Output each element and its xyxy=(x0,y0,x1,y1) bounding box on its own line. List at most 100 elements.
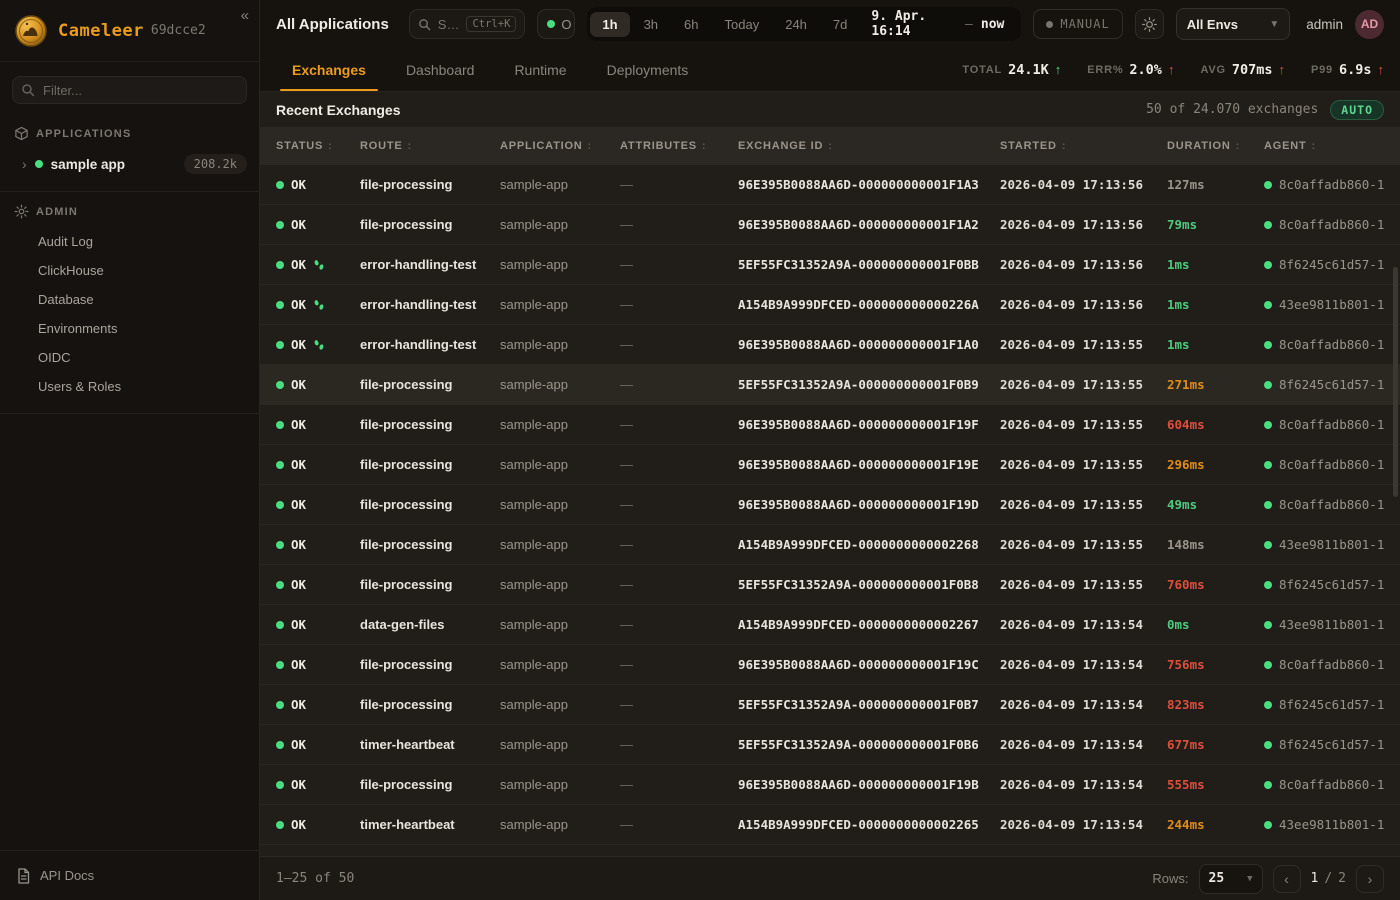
cell-exchange-id: 96E395B0088AA6D-000000000001F19F xyxy=(738,417,1000,432)
table-row[interactable]: OK file-processing sample-app — 5EF55FC3… xyxy=(260,365,1400,405)
table-row[interactable]: OK error-handling-test sample-app — 5EF5… xyxy=(260,245,1400,285)
manual-refresh-button[interactable]: MANUAL xyxy=(1033,9,1122,39)
sidebar: Cameleer 69dcce2 « APPLICATIONS › sample… xyxy=(0,0,260,900)
cell-status: OK xyxy=(276,457,360,472)
cell-status: OK xyxy=(276,697,360,712)
cell-status: OK xyxy=(276,657,360,672)
status-dot-green xyxy=(276,821,284,829)
table-row[interactable]: OK error-handling-test sample-app — 96E3… xyxy=(260,325,1400,365)
rows-per-page-select[interactable]: 25 ▼ xyxy=(1199,864,1263,894)
cell-application: sample-app xyxy=(500,537,620,552)
filter-input[interactable] xyxy=(12,76,247,104)
cell-attributes: — xyxy=(620,817,738,832)
environment-select[interactable]: All Envs ▼ xyxy=(1176,8,1291,40)
time-range-24h[interactable]: 24h xyxy=(773,12,819,37)
time-range-7d[interactable]: 7d xyxy=(821,12,859,37)
cell-attributes: — xyxy=(620,257,738,272)
cell-route: file-processing xyxy=(360,377,500,392)
column-header-attributes[interactable]: ATTRIBUTES xyxy=(620,140,738,152)
table-row[interactable]: OK timer-heartbeat sample-app — 5EF55FC3… xyxy=(260,725,1400,765)
cell-duration: 677ms xyxy=(1167,737,1264,752)
cell-attributes: — xyxy=(620,617,738,632)
table-row[interactable]: OK file-processing sample-app — 96E395B0… xyxy=(260,445,1400,485)
cell-application: sample-app xyxy=(500,457,620,472)
status-dot-green xyxy=(1264,341,1272,349)
cell-duration: 555ms xyxy=(1167,777,1264,792)
table-row[interactable]: OK file-processing sample-app — 96E395B0… xyxy=(260,765,1400,805)
table-row[interactable]: OK file-processing sample-app — 96E395B0… xyxy=(260,165,1400,205)
stat-avg: AVG707ms↑ xyxy=(1200,62,1285,78)
cell-attributes: — xyxy=(620,457,738,472)
time-range-6h[interactable]: 6h xyxy=(672,12,710,37)
status-dot-green xyxy=(1264,741,1272,749)
sidebar-item-oidc[interactable]: OIDC xyxy=(0,343,259,372)
previous-page-button[interactable]: ‹ xyxy=(1273,865,1301,893)
scrollbar-thumb[interactable] xyxy=(1393,267,1398,497)
table-row[interactable]: OK file-processing sample-app — A154B9A9… xyxy=(260,525,1400,565)
stat-total: TOTAL24.1K↑ xyxy=(962,62,1061,78)
cell-status: OK xyxy=(276,217,360,232)
column-header-status[interactable]: STATUS xyxy=(276,140,360,152)
auto-refresh-badge[interactable]: AUTO xyxy=(1330,100,1384,120)
cell-application: sample-app xyxy=(500,377,620,392)
cell-attributes: — xyxy=(620,337,738,352)
cell-application: sample-app xyxy=(500,417,620,432)
stat-err: ERR%2.0%↑ xyxy=(1087,62,1174,78)
next-page-button[interactable]: › xyxy=(1356,865,1384,893)
tab-runtime[interactable]: Runtime xyxy=(498,48,582,91)
sidebar-item-clickhouse[interactable]: ClickHouse xyxy=(0,256,259,285)
sidebar-item-audit-log[interactable]: Audit Log xyxy=(0,227,259,256)
tab-deployments[interactable]: Deployments xyxy=(591,48,705,91)
trend-up-icon: ↑ xyxy=(1055,62,1062,77)
column-header-exchange-id[interactable]: EXCHANGE ID xyxy=(738,140,1000,152)
cell-attributes: — xyxy=(620,777,738,792)
api-docs-link[interactable]: API Docs xyxy=(0,850,259,900)
cell-route: file-processing xyxy=(360,497,500,512)
total-pages: 2 xyxy=(1338,871,1346,886)
table-row[interactable]: OK file-processing sample-app — 96E395B0… xyxy=(260,405,1400,445)
column-header-agent[interactable]: AGENT xyxy=(1264,140,1384,152)
sidebar-item-users-roles[interactable]: Users & Roles xyxy=(0,372,259,401)
table-row[interactable]: OK data-gen-files sample-app — A154B9A99… xyxy=(260,605,1400,645)
table-row[interactable]: OK file-processing sample-app — 96E395B0… xyxy=(260,645,1400,685)
status-dot-green xyxy=(276,541,284,549)
applications-section-header: APPLICATIONS xyxy=(0,116,259,147)
time-to: now xyxy=(981,17,1004,32)
time-range-1h[interactable]: 1h xyxy=(590,12,629,37)
environment-value: All Envs xyxy=(1187,17,1238,32)
sidebar-item-database[interactable]: Database xyxy=(0,285,259,314)
sidebar-item-sample-app[interactable]: › sample app 208.2k xyxy=(0,147,259,181)
cell-exchange-id: 96E395B0088AA6D-000000000001F19B xyxy=(738,777,1000,792)
table-title: Recent Exchanges xyxy=(276,102,401,118)
table-row[interactable]: OK error-handling-test sample-app — A154… xyxy=(260,285,1400,325)
sidebar-collapse-button[interactable]: « xyxy=(241,8,249,23)
chevron-right-icon[interactable]: › xyxy=(22,156,27,172)
time-range-today[interactable]: Today xyxy=(713,12,772,37)
live-status-button[interactable]: O xyxy=(537,9,575,39)
tabs-bar: ExchangesDashboardRuntimeDeployments TOT… xyxy=(260,48,1400,92)
admin-label: ADMIN xyxy=(36,206,78,218)
admin-menu: Audit LogClickHouseDatabaseEnvironmentsO… xyxy=(0,225,259,403)
time-range-display[interactable]: 9. Apr. 16:14 – now xyxy=(861,9,1018,39)
table-row[interactable]: OK file-processing sample-app — 96E395B0… xyxy=(260,205,1400,245)
theme-toggle-button[interactable] xyxy=(1135,9,1164,39)
table-row[interactable]: OK file-processing sample-app — 96E395B0… xyxy=(260,485,1400,525)
column-header-route[interactable]: ROUTE xyxy=(360,140,500,152)
sidebar-item-environments[interactable]: Environments xyxy=(0,314,259,343)
cell-started: 2026-04-09 17:13:56 xyxy=(1000,297,1167,312)
cell-duration: 0ms xyxy=(1167,617,1264,632)
column-header-started[interactable]: STARTED xyxy=(1000,140,1167,152)
cell-application: sample-app xyxy=(500,617,620,632)
time-range-3h[interactable]: 3h xyxy=(632,12,670,37)
cell-agent: 8c0affadb860-1 xyxy=(1264,417,1384,432)
tab-dashboard[interactable]: Dashboard xyxy=(390,48,491,91)
table-row[interactable]: OK timer-heartbeat sample-app — A154B9A9… xyxy=(260,805,1400,845)
tab-exchanges[interactable]: Exchanges xyxy=(276,48,382,91)
table-row[interactable]: OK file-processing sample-app — 5EF55FC3… xyxy=(260,685,1400,725)
avatar[interactable]: AD xyxy=(1355,10,1384,39)
column-header-duration[interactable]: DURATION xyxy=(1167,140,1264,152)
global-search-button[interactable]: S… Ctrl+K xyxy=(409,9,526,39)
column-header-application[interactable]: APPLICATION xyxy=(500,140,620,152)
cell-attributes: — xyxy=(620,737,738,752)
table-row[interactable]: OK file-processing sample-app — 5EF55FC3… xyxy=(260,565,1400,605)
